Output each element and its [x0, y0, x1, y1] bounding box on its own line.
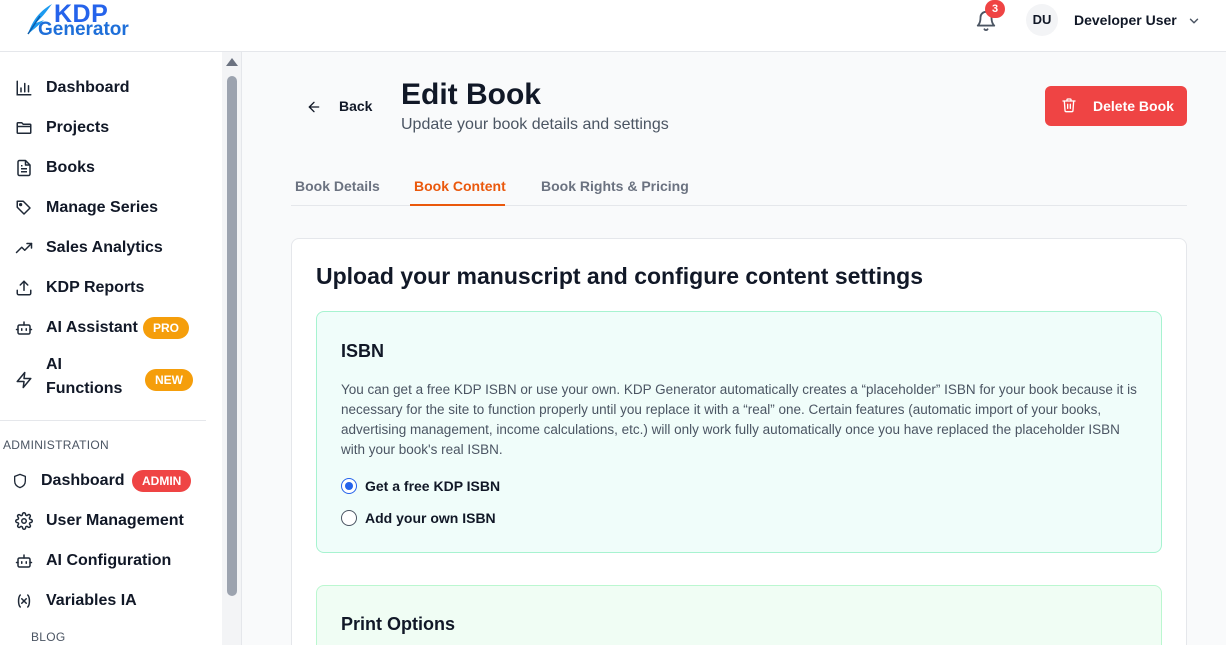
user-name[interactable]: Developer User: [1074, 12, 1177, 28]
admin-badge: ADMIN: [132, 470, 192, 492]
new-badge: NEW: [145, 369, 193, 391]
radio-label: Add your own ISBN: [365, 510, 496, 526]
sidebar-item-label: Dashboard: [46, 79, 130, 96]
sidebar-item-label: Variables IA: [46, 592, 137, 609]
scroll-up-arrow-icon[interactable]: [226, 58, 238, 66]
sidebar-item-manage-series[interactable]: Manage Series: [0, 188, 222, 228]
sidebar-item-ai-assistant[interactable]: AI Assistant PRO: [0, 308, 222, 348]
top-bar: KDP Generator 3 DU Developer User: [0, 0, 1226, 52]
tags-icon: [14, 198, 34, 218]
tab-book-content[interactable]: Book Content: [414, 178, 506, 194]
sidebar-item-kdp-reports[interactable]: KDP Reports: [0, 268, 222, 308]
sidebar-item-admin-dashboard[interactable]: Dashboard ADMIN: [0, 461, 222, 501]
kdp-generator-logo[interactable]: KDP Generator: [24, 0, 154, 46]
card-title: Upload your manuscript and configure con…: [316, 263, 923, 289]
trash-icon: [1062, 98, 1076, 113]
sidebar-item-label: User Management: [46, 512, 184, 529]
notification-count-badge: 3: [985, 0, 1005, 18]
logo-generator-text: Generator: [38, 19, 129, 40]
sidebar-item-label: Sales Analytics: [46, 239, 163, 256]
variable-icon: [14, 591, 34, 611]
page-subtitle: Update your book details and settings: [401, 116, 669, 133]
radio-button-selected[interactable]: [341, 478, 357, 494]
sidebar-divider: [0, 420, 206, 421]
isbn-title: ISBN: [341, 341, 385, 361]
shield-icon: [10, 471, 30, 491]
bot-icon: [14, 551, 34, 571]
sidebar-item-label: Dashboard: [41, 472, 125, 489]
document-icon: [14, 158, 34, 178]
radio-label: Get a free KDP ISBN: [365, 478, 501, 494]
sidebar-item-books[interactable]: Books: [0, 148, 222, 188]
bot-icon: [14, 318, 34, 338]
sidebar-item-label: AI Assistant: [46, 319, 138, 336]
back-label[interactable]: Back: [339, 98, 372, 114]
sidebar-item-variables-ia[interactable]: Variables IA: [0, 581, 222, 621]
pro-badge: PRO: [143, 317, 190, 339]
upload-icon: [14, 278, 34, 298]
radio-own-isbn[interactable]: Add your own ISBN: [341, 508, 496, 528]
sidebar-item-label: AI: [46, 356, 62, 373]
print-options-title: Print Options: [341, 614, 455, 634]
bar-chart-icon: [14, 78, 34, 98]
isbn-description: You can get a free KDP ISBN or use your …: [341, 382, 1137, 457]
active-tab-indicator: [410, 204, 505, 206]
back-button[interactable]: [306, 96, 322, 118]
sidebar-item-sales-analytics[interactable]: Sales Analytics: [0, 228, 222, 268]
delete-book-button[interactable]: Delete Book: [1045, 86, 1187, 126]
folder-icon: [14, 118, 34, 138]
sidebar-item-dashboard[interactable]: Dashboard: [0, 68, 222, 108]
sidebar-item-label: Manage Series: [46, 199, 159, 216]
zap-icon: [14, 370, 34, 390]
radio-free-kdp-isbn[interactable]: Get a free KDP ISBN: [341, 476, 500, 496]
radio-button[interactable]: [341, 510, 357, 526]
gear-icon: [14, 511, 34, 531]
section-label-blog: BLOG: [31, 630, 66, 644]
sidebar-item-label: Functions: [46, 380, 123, 397]
tab-book-details[interactable]: Book Details: [295, 178, 380, 194]
sidebar-scrollbar-thumb[interactable]: [227, 76, 237, 596]
sidebar-item-user-management[interactable]: User Management: [0, 501, 222, 541]
sidebar-item-label: KDP Reports: [46, 279, 145, 296]
sidebar-item-label: Projects: [46, 119, 110, 136]
sidebar: Dashboard Projects Books Manage Series S…: [0, 52, 242, 645]
arrow-left-icon: [308, 101, 320, 113]
avatar[interactable]: DU: [1026, 4, 1058, 36]
sidebar-item-projects[interactable]: Projects: [0, 108, 222, 148]
sidebar-item-label: Books: [46, 159, 95, 176]
trending-up-icon: [14, 238, 34, 258]
sidebar-item-ai-configuration[interactable]: AI Configuration: [0, 541, 222, 581]
page-title: Edit Book: [401, 78, 541, 111]
sidebar-item-label: AI Configuration: [46, 552, 172, 569]
delete-book-label: Delete Book: [1093, 98, 1174, 114]
section-label-administration: ADMINISTRATION: [3, 438, 109, 452]
sidebar-item-ai-functions[interactable]: AI Functions NEW: [0, 356, 222, 402]
chevron-down-icon[interactable]: [1187, 14, 1201, 28]
tab-book-rights-pricing[interactable]: Book Rights & Pricing: [541, 178, 689, 194]
